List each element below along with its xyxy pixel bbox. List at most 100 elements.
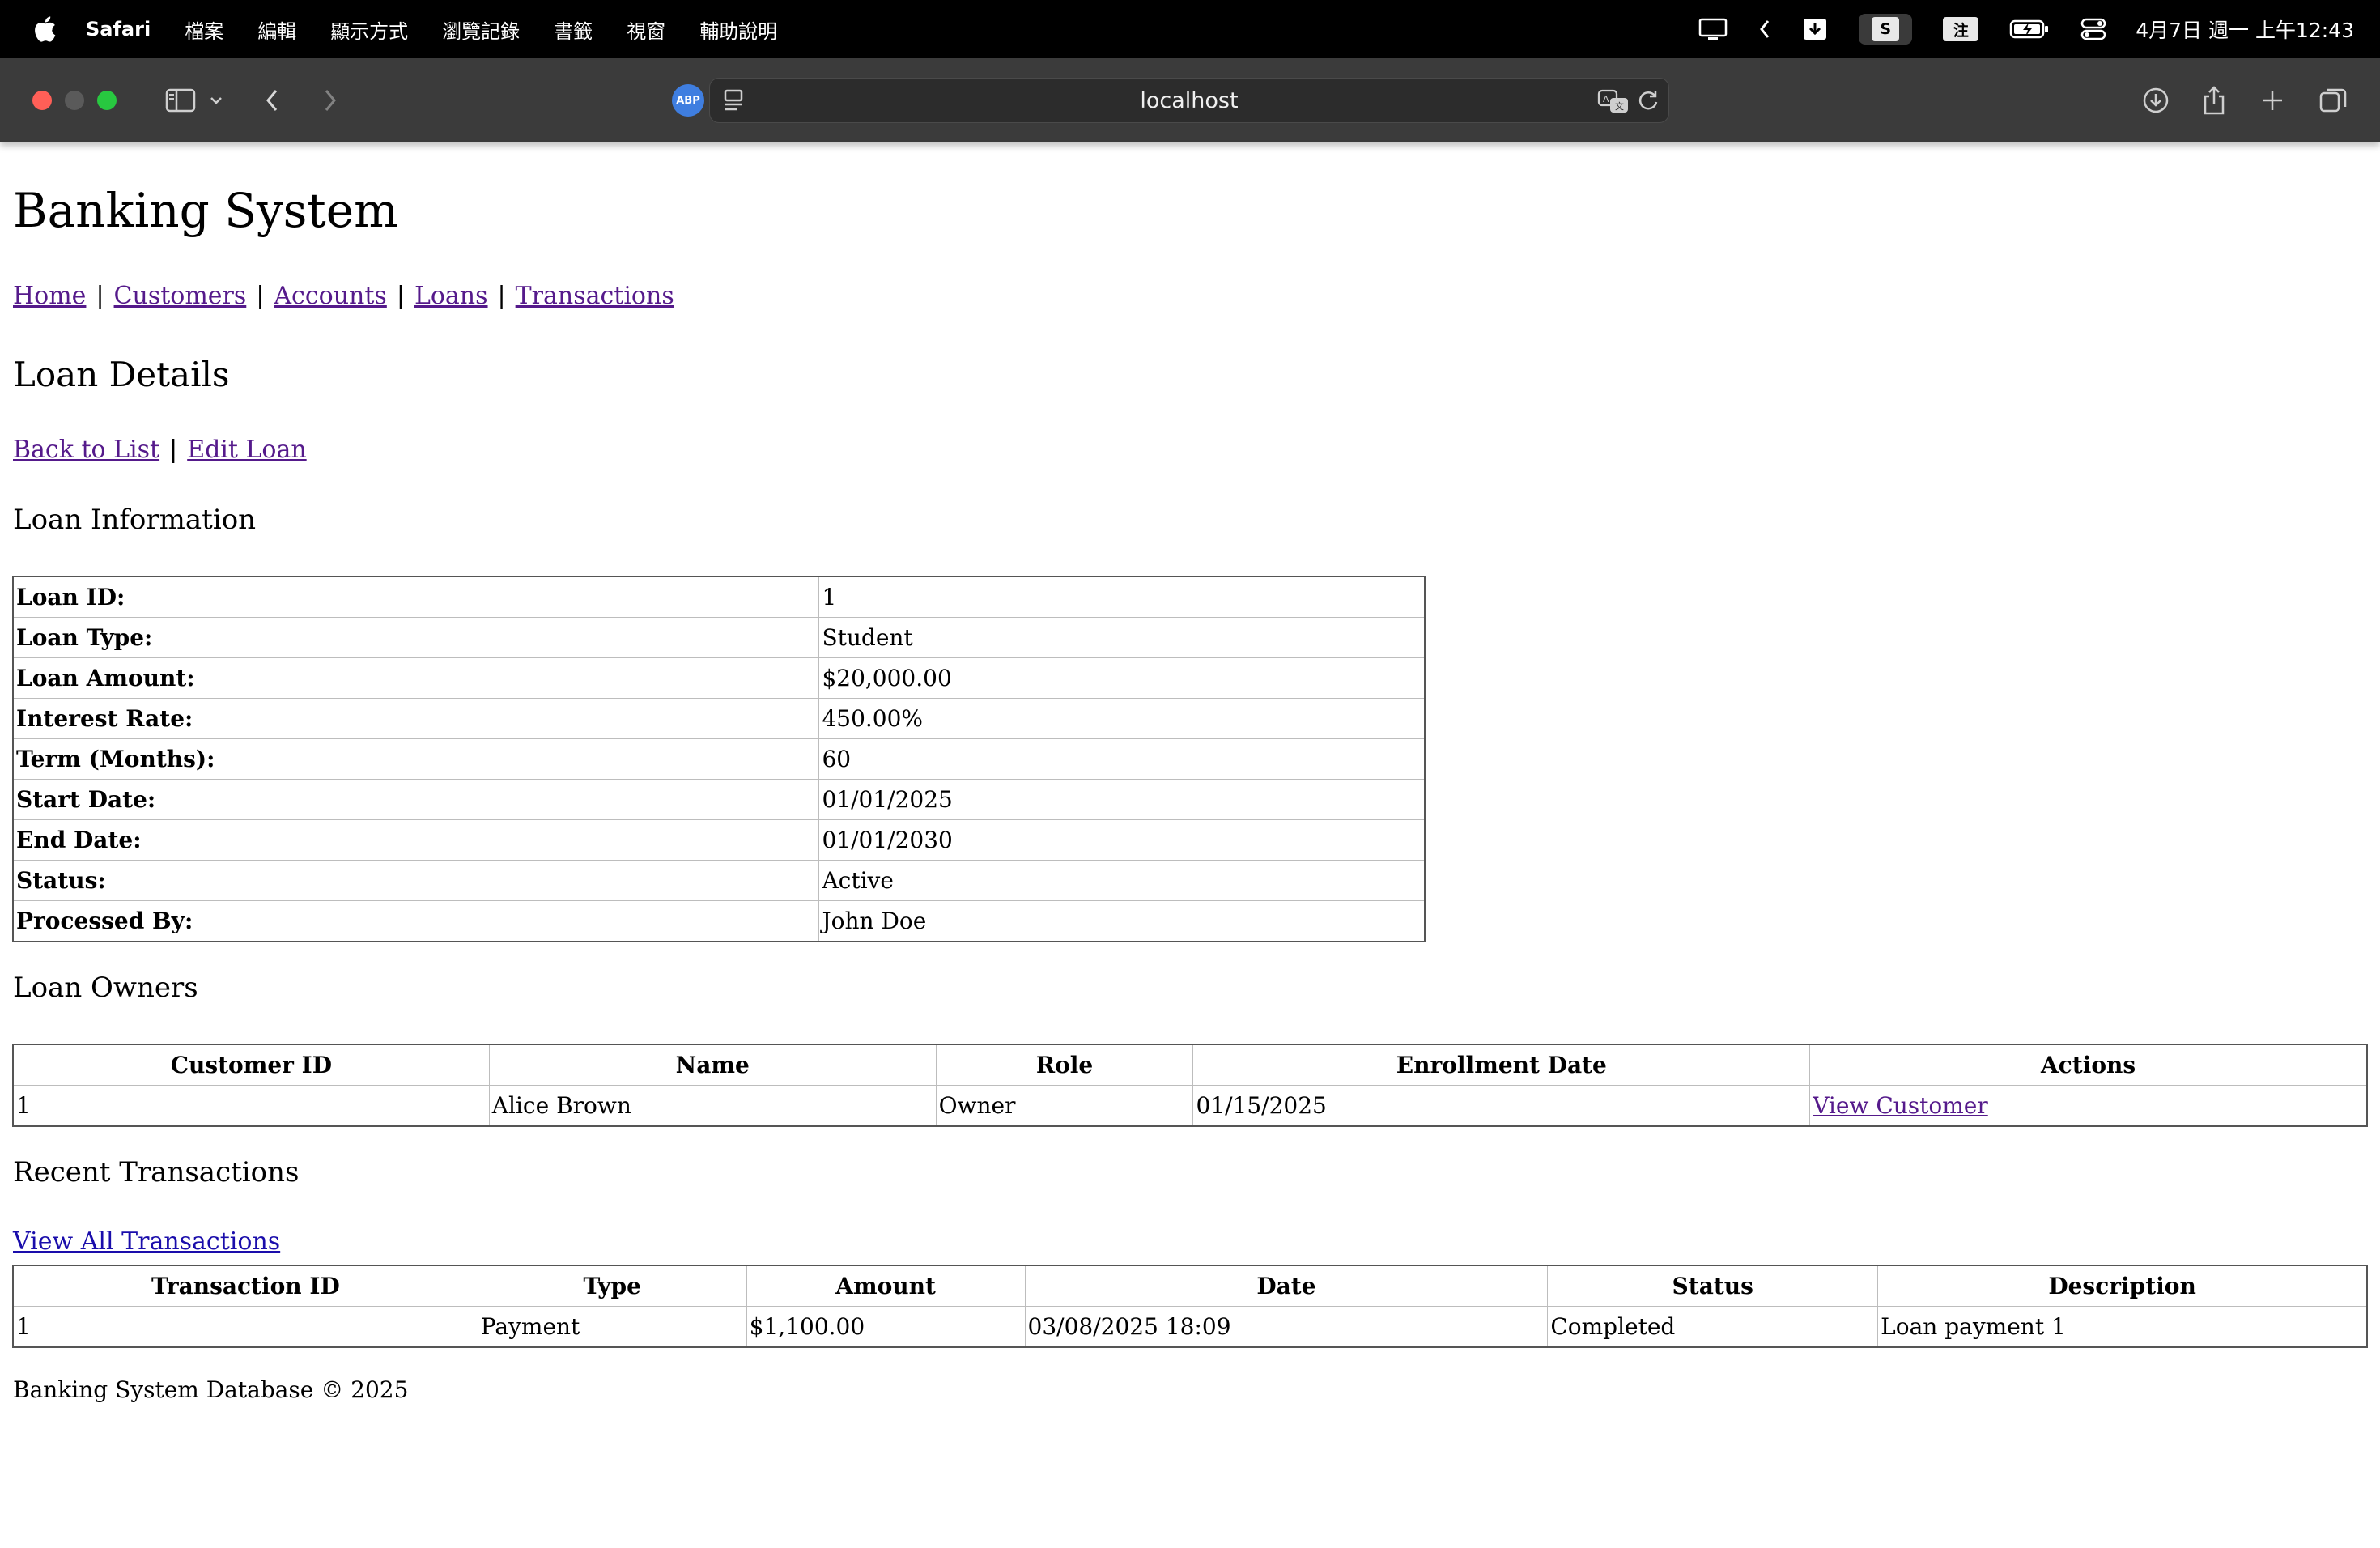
column-header-amount: Amount [746, 1265, 1026, 1307]
column-header-date: Date [1024, 1265, 1549, 1307]
transaction-amount: $1,100.00 [746, 1306, 1026, 1347]
forward-arrow-icon[interactable] [322, 87, 338, 113]
processed-by-label: Processed By: [12, 900, 820, 942]
owner-enrollment-date: 01/15/2025 [1192, 1085, 1811, 1126]
loan-type-value: Student [818, 617, 1425, 658]
control-center-icon[interactable] [2080, 17, 2106, 41]
s-app-icon[interactable]: S [1859, 14, 1913, 45]
view-all-transactions-link[interactable]: View All Transactions [13, 1227, 280, 1256]
nav-separator: | [497, 282, 506, 310]
url-text[interactable]: localhost [1140, 88, 1238, 113]
table-row: Term (Months): 60 [12, 738, 1425, 780]
nav-loans-link[interactable]: Loans [414, 282, 488, 310]
nav-home-link[interactable]: Home [13, 282, 86, 310]
table-row: Loan ID: 1 [12, 576, 1425, 618]
menu-bookmarks[interactable]: 書籤 [554, 15, 593, 44]
loan-id-value: 1 [818, 576, 1425, 618]
apple-menu-icon[interactable] [32, 15, 57, 43]
table-row: Processed By: John Doe [12, 900, 1425, 942]
nav-transactions-link[interactable]: Transactions [516, 282, 674, 310]
nav-customers-link[interactable]: Customers [114, 282, 247, 310]
owner-actions-cell: View Customer [1809, 1085, 2367, 1126]
table-header-row: Transaction ID Type Amount Date Status D… [13, 1265, 2367, 1307]
battery-icon[interactable] [2009, 19, 2050, 40]
table-header-row: Customer ID Name Role Enrollment Date Ac… [13, 1044, 2367, 1086]
close-window-button[interactable] [32, 91, 52, 110]
window-controls [32, 91, 130, 110]
chevron-down-icon[interactable] [209, 95, 223, 106]
menu-edit[interactable]: 編輯 [257, 15, 296, 44]
address-bar[interactable]: localhost A文 [709, 78, 1669, 123]
column-header-type: Type [477, 1265, 747, 1307]
processed-by-value: John Doe [818, 900, 1425, 942]
main-nav: Home | Customers | Accounts | Loans | Transactio… [13, 282, 674, 310]
loan-information-table: Loan ID: 1 Loan Type: Student Loan Amount:… [12, 576, 1426, 942]
menubar-clock[interactable]: 4月7日 週一 上午12:43 [2136, 15, 2354, 44]
svg-text:A: A [1603, 94, 1609, 104]
owner-role: Owner [935, 1085, 1194, 1126]
owner-name: Alice Brown [488, 1085, 937, 1126]
table-row: Start Date: 01/01/2025 [12, 779, 1425, 820]
loan-type-label: Loan Type: [12, 617, 820, 658]
zoom-window-button[interactable] [97, 91, 117, 110]
nav-accounts-link[interactable]: Accounts [274, 282, 386, 310]
interest-rate-label: Interest Rate: [12, 698, 820, 739]
status-value: Active [818, 860, 1425, 901]
share-icon[interactable] [2202, 85, 2226, 116]
status-label: Status: [12, 860, 820, 901]
term-label: Term (Months): [12, 738, 820, 780]
column-header-role: Role [935, 1044, 1194, 1086]
menu-app-name[interactable]: Safari [86, 18, 151, 40]
translate-icon[interactable]: A文 [1597, 88, 1630, 114]
back-arrow-icon[interactable] [264, 87, 280, 113]
end-date-value: 01/01/2030 [818, 819, 1425, 861]
transaction-type: Payment [477, 1306, 747, 1347]
loan-actions: Back to List | Edit Loan [13, 436, 307, 464]
new-tab-icon[interactable] [2260, 88, 2284, 113]
nav-separator: | [396, 282, 405, 310]
start-date-label: Start Date: [12, 779, 820, 820]
chevron-left-icon[interactable] [1758, 19, 1771, 40]
interest-rate-value: 450.00% [818, 698, 1425, 739]
adblock-plus-icon[interactable]: ABP [672, 84, 704, 117]
input-method-icon[interactable]: 注 [1943, 17, 1979, 41]
s-app-label: S [1872, 17, 1900, 41]
table-row: Interest Rate: 450.00% [12, 698, 1425, 739]
page-title: Loan Details [13, 355, 230, 394]
table-row: 1 Alice Brown Owner 01/15/2025 View Cust… [13, 1085, 2367, 1126]
page-menu-icon[interactable] [723, 88, 746, 113]
column-header-actions: Actions [1809, 1044, 2367, 1086]
svg-text:文: 文 [1615, 100, 1624, 112]
view-customer-link[interactable]: View Customer [1813, 1092, 1988, 1119]
action-separator: | [169, 436, 178, 464]
download-tray-icon[interactable] [1802, 17, 1828, 41]
menu-help[interactable]: 輔助說明 [699, 15, 777, 44]
page-footer: Banking System Database © 2025 [13, 1376, 409, 1403]
loan-information-heading: Loan Information [13, 504, 257, 536]
transaction-description: Loan payment 1 [1877, 1306, 2367, 1347]
transaction-status: Completed [1547, 1306, 1879, 1347]
column-header-transaction-id: Transaction ID [13, 1265, 478, 1307]
table-row: Loan Amount: $20,000.00 [12, 657, 1425, 699]
site-title: Banking System [13, 183, 399, 238]
menu-view[interactable]: 顯示方式 [330, 15, 408, 44]
menu-history[interactable]: 瀏覽記錄 [442, 15, 520, 44]
edit-loan-link[interactable]: Edit Loan [187, 436, 306, 464]
reload-icon[interactable] [1636, 88, 1660, 113]
table-row: Status: Active [12, 860, 1425, 901]
table-row: Loan Type: Student [12, 617, 1425, 658]
display-icon[interactable] [1698, 17, 1728, 41]
nav-separator: | [96, 282, 104, 310]
loan-id-label: Loan ID: [12, 576, 820, 618]
minimize-window-button[interactable] [65, 91, 84, 110]
sidebar-toggle-icon[interactable] [165, 88, 196, 113]
tab-overview-icon[interactable] [2318, 86, 2348, 115]
term-value: 60 [818, 738, 1425, 780]
menu-window[interactable]: 視窗 [627, 15, 665, 44]
table-row: 1 Payment $1,100.00 03/08/2025 18:09 Com… [13, 1306, 2367, 1347]
downloads-icon[interactable] [2142, 87, 2170, 114]
recent-transactions-table: Transaction ID Type Amount Date Status D… [12, 1265, 2368, 1348]
back-to-list-link[interactable]: Back to List [13, 436, 159, 464]
owner-customer-id: 1 [13, 1085, 490, 1126]
menu-file[interactable]: 檔案 [185, 15, 223, 44]
